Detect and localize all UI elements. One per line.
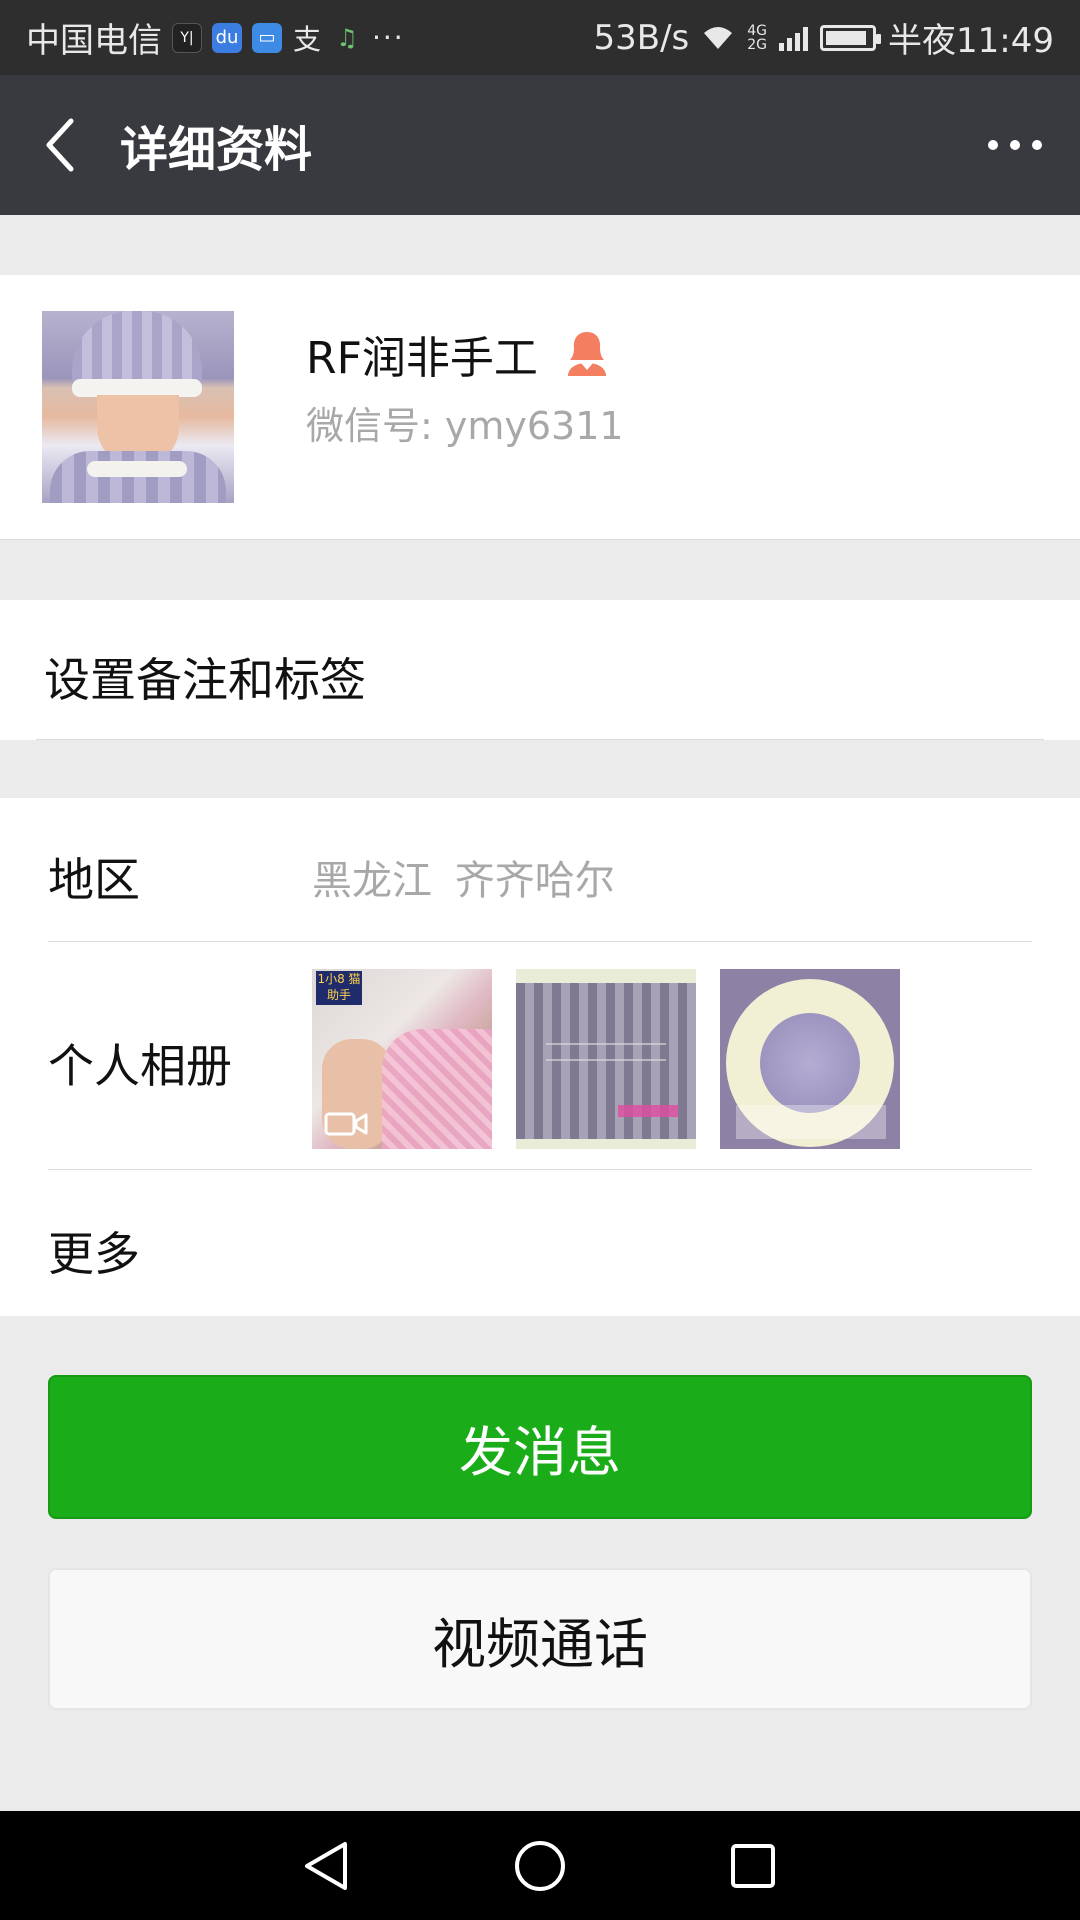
album-thumbnails: 1小8 猫助手 — [312, 969, 900, 1149]
nav-home-icon[interactable] — [512, 1838, 568, 1894]
status-more-indicator: ··· — [372, 21, 405, 54]
region-label: 地区 — [48, 853, 140, 907]
status-right: 53B/s 4G 2G 半夜11:49 — [593, 13, 1054, 62]
more-label: 更多 — [48, 1227, 140, 1281]
navigation-bar — [0, 1811, 1080, 1920]
knit-thumbnail[interactable] — [516, 969, 696, 1149]
page-title: 详细资料 — [120, 122, 313, 178]
carrier-label: 中国电信 — [26, 21, 162, 61]
chat-app-icon: ♫ — [336, 23, 358, 52]
video-thumbnail[interactable]: 1小8 猫助手 — [312, 969, 492, 1149]
alipay-icon: 支 — [292, 22, 321, 56]
remark-label: 设置备注和标签 — [44, 653, 366, 707]
baidu-icon: du — [212, 22, 242, 53]
title-bar: 详细资料 — [0, 75, 1080, 215]
flower-thumbnail[interactable] — [720, 969, 900, 1149]
thumb-badge: 1小8 猫助手 — [316, 971, 362, 1005]
wechat-id: 微信号: ymy6311 — [306, 404, 624, 448]
status-left: 中国电信 Y| du ▭ 支 ♫ ··· — [26, 13, 405, 62]
nickname: RF润非手工 — [306, 333, 538, 384]
clock: 半夜11:49 — [888, 21, 1054, 61]
video-icon — [324, 1112, 368, 1136]
female-icon — [567, 332, 606, 376]
status-bar: 中国电信 Y| du ▭ 支 ♫ ··· 53B/s 4G 2G 半夜11:49 — [0, 0, 1080, 75]
video-call-button[interactable]: 视频通话 — [48, 1568, 1032, 1710]
more-row[interactable]: 更多 — [0, 1170, 1080, 1316]
remark-row[interactable]: 设置备注和标签 — [0, 600, 1080, 740]
battery-icon — [820, 24, 882, 51]
signal-icon — [779, 25, 809, 51]
divider — [36, 739, 1044, 740]
profile-screen: 中国电信 Y| du ▭ 支 ♫ ··· 53B/s 4G2G 半夜11:49 — [0, 0, 1080, 1920]
more-button[interactable] — [950, 75, 1080, 215]
back-icon — [46, 118, 74, 172]
yi-app-icon: Y| — [172, 22, 202, 53]
nav-back-icon[interactable] — [299, 1838, 355, 1894]
network-speed: 53B/s — [593, 17, 690, 58]
network-type: 4G 2G — [747, 22, 768, 53]
album-label: 个人相册 — [48, 1039, 232, 1093]
avatar[interactable] — [42, 311, 234, 503]
wifi-icon — [704, 26, 733, 49]
nav-recents-icon[interactable] — [725, 1838, 781, 1894]
region-value: 黑龙江 齐齐哈尔 — [312, 858, 615, 904]
more-icon — [988, 140, 1042, 150]
back-button[interactable] — [0, 75, 120, 215]
send-message-button[interactable]: 发消息 — [48, 1375, 1032, 1519]
region-row: 地区 黑龙江 齐齐哈尔 — [0, 798, 1080, 942]
nickname-row: RF润非手工 — [306, 322, 610, 386]
message-app-icon: ▭ — [252, 22, 282, 53]
